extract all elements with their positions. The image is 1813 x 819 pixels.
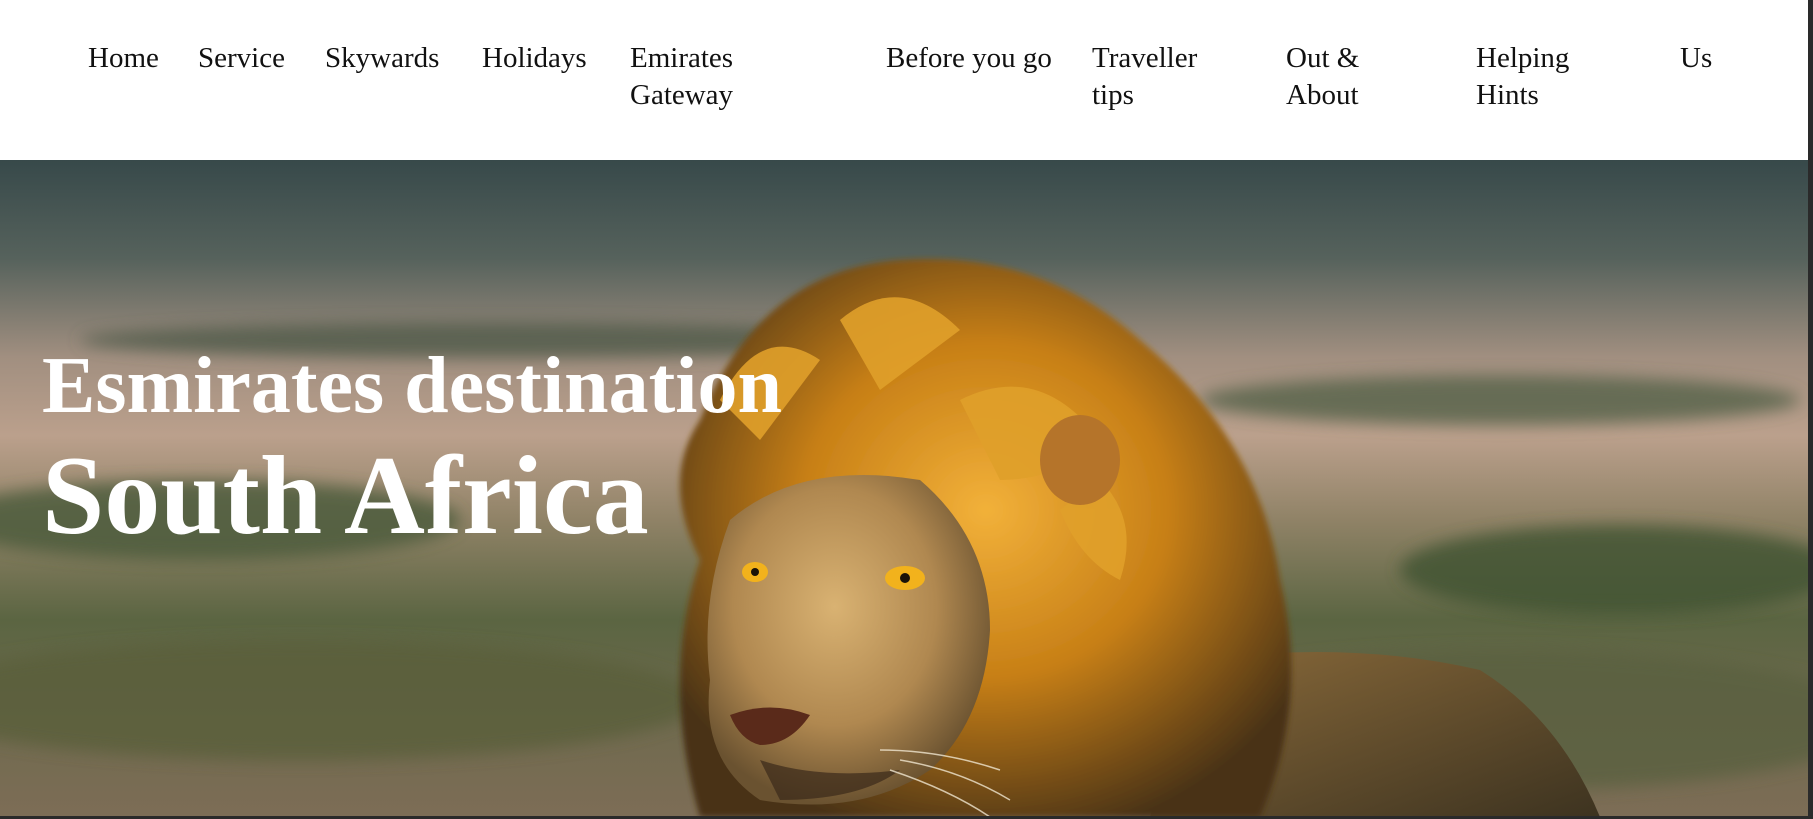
nav-item-skywards[interactable]: Skywards <box>325 40 465 77</box>
window-edge-right <box>1808 0 1813 819</box>
hero-heading-line2: South Africa <box>42 434 649 558</box>
hero-heading: Esmirates destination South Africa <box>42 336 782 556</box>
hero-banner: Esmirates destination South Africa <box>0 160 1808 817</box>
nav-item-us[interactable]: Us <box>1680 40 1740 77</box>
nav-item-out-and-about[interactable]: Out & About <box>1286 40 1396 114</box>
nav-item-emirates-gateway[interactable]: Emirates Gateway <box>630 40 760 114</box>
nav-item-service[interactable]: Service <box>198 40 308 77</box>
nav-item-holidays[interactable]: Holidays <box>482 40 612 77</box>
nav-item-traveller-tips[interactable]: Traveller tips <box>1092 40 1242 114</box>
nav-item-helping-hints[interactable]: Helping Hints <box>1476 40 1606 114</box>
page: Home Service Skywards Holidays Emirates … <box>0 0 1813 819</box>
hero-heading-line1: Esmirates destination <box>42 342 782 430</box>
nav-item-before-you-go[interactable]: Before you go <box>886 40 1056 77</box>
main-navigation: Home Service Skywards Holidays Emirates … <box>0 0 1808 160</box>
nav-item-home[interactable]: Home <box>88 40 178 77</box>
